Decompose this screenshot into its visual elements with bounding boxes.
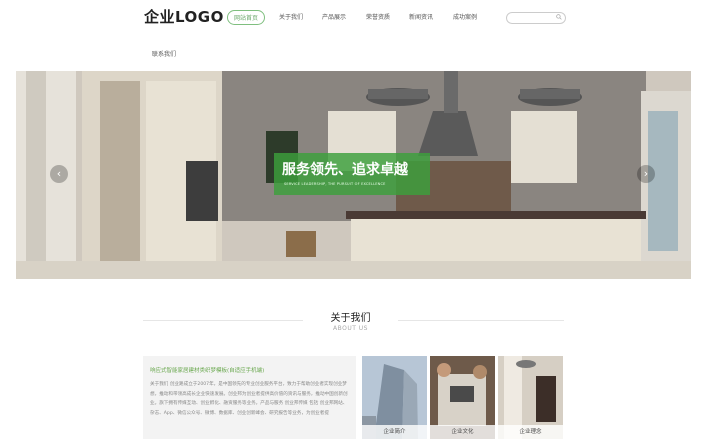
nav-item-cases[interactable]: 成功案例: [453, 12, 477, 21]
hero-banner: ‹ › 服务领先、追求卓越 SERVICE LEADERSHIP, THE PU…: [16, 71, 691, 279]
nav-item-products[interactable]: 产品展示: [322, 12, 346, 21]
banner-pagination: [349, 270, 403, 279]
nav-item-news[interactable]: 新闻资讯: [409, 12, 433, 21]
thumb-caption: 企业简介: [362, 425, 427, 439]
nav-item-honors[interactable]: 荣誉资质: [366, 12, 390, 21]
nav-item-home[interactable]: 网站首页: [227, 10, 266, 25]
thumb-philosophy[interactable]: 企业理念: [498, 356, 563, 439]
slogan-box: 服务领先、追求卓越 SERVICE LEADERSHIP, THE PURSUI…: [274, 153, 430, 195]
thumb-caption: 企业理念: [498, 425, 563, 439]
search-icon[interactable]: [556, 14, 562, 20]
about-heading[interactable]: 响应式智能家居建材类织梦模板(自适应手机端): [150, 366, 264, 374]
banner-next-arrow[interactable]: ›: [637, 165, 655, 183]
logo[interactable]: 企业LOGO: [144, 6, 224, 27]
section-title: 关于我们: [330, 313, 371, 324]
banner-prev-arrow[interactable]: ‹: [50, 165, 68, 183]
section-subtitle: ABOUT US: [332, 325, 368, 332]
nav-item-contact[interactable]: 联系我们: [152, 49, 176, 58]
thumb-culture[interactable]: 企业文化: [430, 356, 495, 439]
banner-slogan-sub: SERVICE LEADERSHIP, THE PURSUIT OF EXCEL…: [284, 182, 386, 186]
banner-slogan: 服务领先、追求卓越: [282, 162, 408, 178]
nav-item-about[interactable]: 关于我们: [279, 12, 303, 21]
thumb-caption: 企业文化: [430, 425, 495, 439]
about-intro-card: 响应式智能家居建材类织梦模板(自适应手机端) 关于我们 创业路成立于2007年，…: [143, 356, 356, 439]
search-input[interactable]: [506, 12, 566, 24]
thumb-intro[interactable]: 企业简介: [362, 356, 427, 439]
about-body: 关于我们 创业路成立于2007年，是中国领先的专业创业服务平台，致力于帮助创业者…: [150, 382, 348, 416]
